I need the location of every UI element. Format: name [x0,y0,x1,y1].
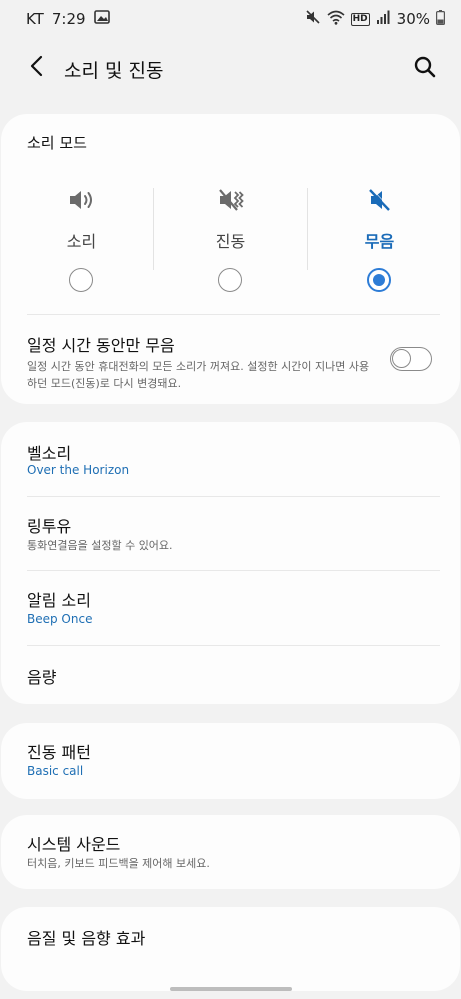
search-button[interactable] [410,54,440,84]
mute-status-icon [305,9,321,29]
temp-mute-toggle[interactable] [390,347,432,371]
carrier-label: KT [26,10,44,28]
speaker-icon [68,184,96,216]
status-bar: KT 7:29 HD 30% [0,0,461,38]
vibration-pattern-title: 진동 패턴 [27,743,91,762]
section-divider [27,314,440,315]
ringtone-row[interactable]: 벨소리 Over the Horizon [1,422,460,496]
sound-quality-card[interactable]: 음질 및 음향 효과 [1,907,460,991]
status-left: KT 7:29 [26,10,110,28]
clock: 7:29 [51,10,86,28]
ringback-row[interactable]: 링투유 통화연결음을 설정할 수 있어요. [1,497,460,570]
status-right: HD 30% [305,9,446,29]
ringtone-value: Over the Horizon [27,463,130,477]
temp-mute-description: 일정 시간 동안 휴대전화의 모든 소리가 꺼져요. 설정한 시간이 지나면 사… [27,360,370,390]
vibration-pattern-value: Basic call [27,764,84,778]
back-button[interactable] [22,54,50,82]
battery-icon [436,9,446,29]
battery-percent: 30% [396,10,430,28]
system-sound-title: 시스템 사운드 [27,835,121,854]
sound-mode-card: 소리 모드 소리 진동 무음 일정 시간 동안만 무음 일정 시간 동안 휴대전… [1,114,460,404]
hd-voice-badge: HD [350,12,370,26]
mode-label-vibrate: 진동 [215,232,246,251]
back-arrow-icon [29,55,43,81]
temp-mute-title: 일정 시간 동안만 무음 [27,336,175,355]
volume-title: 음량 [27,668,57,687]
app-bar: 소리 및 진동 [0,44,461,92]
system-sound-card[interactable]: 시스템 사운드 터치음, 키보드 피드백을 제어해 보세요. [1,815,460,889]
ringtone-title: 벨소리 [27,444,72,463]
radio-vibrate[interactable] [218,268,242,292]
temp-mute-row[interactable]: 일정 시간 동안만 무음 일정 시간 동안 휴대전화의 모든 소리가 꺼져요. … [1,318,460,404]
notification-sound-value: Beep Once [27,612,93,626]
search-icon [414,56,436,82]
page-title: 소리 및 진동 [64,60,164,82]
notification-sound-title: 알림 소리 [27,591,91,610]
vibrate-icon [217,184,245,216]
system-sound-description: 터치음, 키보드 피드백을 제어해 보세요. [27,857,210,870]
sound-quality-title: 음질 및 음향 효과 [27,929,146,948]
gallery-notification-icon [93,10,110,28]
vibration-pattern-card[interactable]: 진동 패턴 Basic call [1,723,460,799]
sound-mode-label: 소리 모드 [27,134,87,152]
wifi-icon [327,10,345,29]
radio-sound[interactable] [69,268,93,292]
mute-icon [368,184,392,216]
ringback-title: 링투유 [27,517,72,536]
volume-row[interactable]: 음량 [1,646,460,704]
signal-icon [376,10,391,28]
notification-sound-row[interactable]: 알림 소리 Beep Once [1,571,460,645]
home-indicator[interactable] [170,987,292,991]
sound-settings-card: 벨소리 Over the Horizon 링투유 통화연결음을 설정할 수 있어… [1,422,460,704]
mode-label-mute: 무음 [364,232,395,251]
mode-label-sound: 소리 [66,232,97,251]
radio-mute[interactable] [367,268,391,292]
ringback-description: 통화연결음을 설정할 수 있어요. [27,539,173,552]
